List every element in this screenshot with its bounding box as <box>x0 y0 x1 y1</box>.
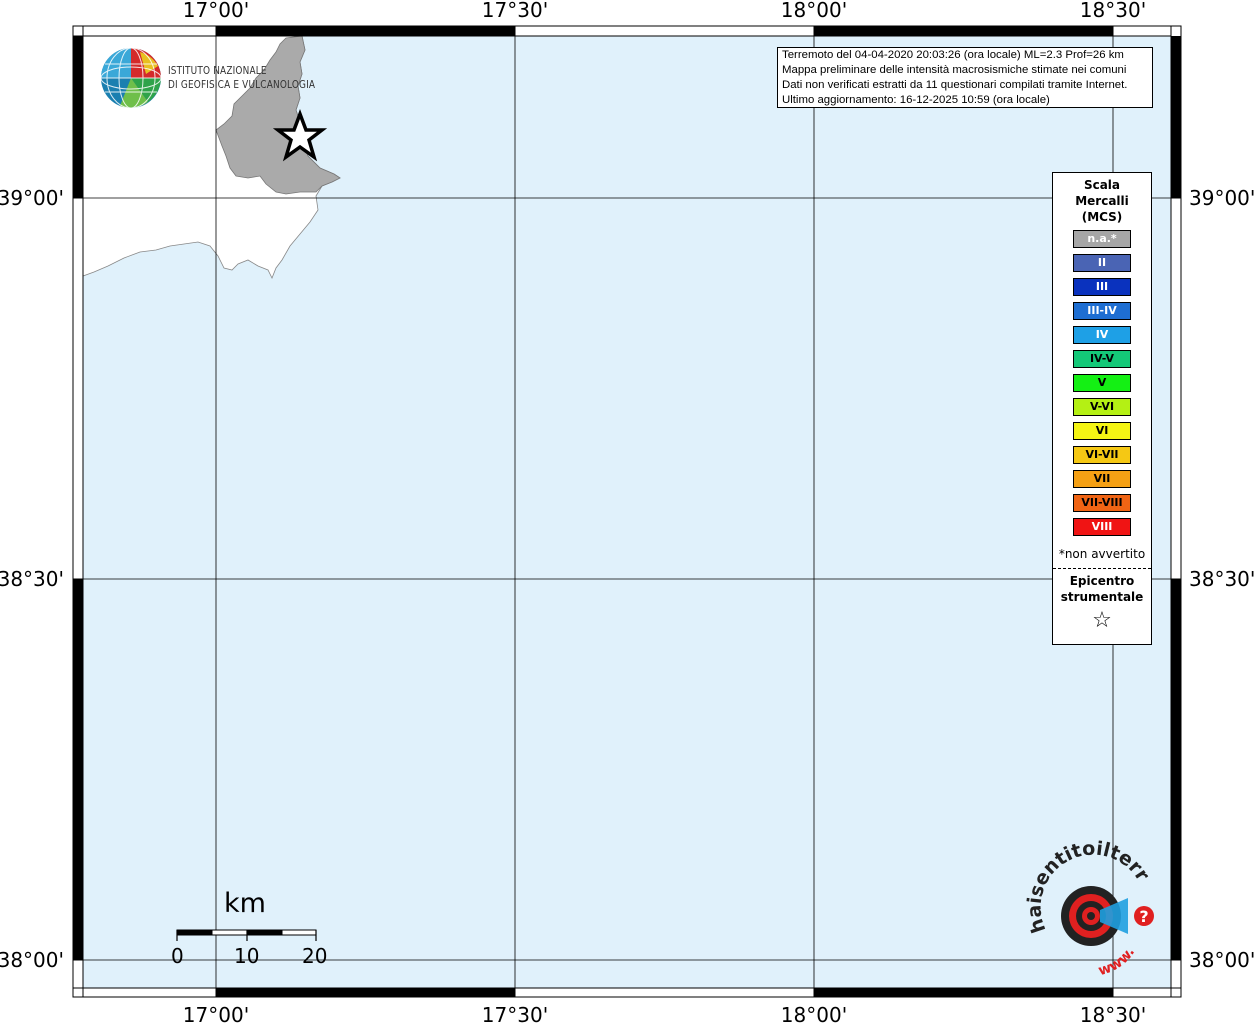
lon-tick-bottom-1: 17°00' <box>183 1003 249 1024</box>
scale-label-20: 20 <box>302 944 328 968</box>
legend-swatch-viii: VIII <box>1073 518 1131 536</box>
lon-tick-bottom-3: 18°00' <box>781 1003 847 1024</box>
lon-tick-bottom-4: 18°30' <box>1080 1003 1146 1024</box>
intensity-legend: Scala Mercalli (MCS) n.a.* II III III-IV IV I… <box>1052 172 1152 645</box>
lat-tick-left-3: 38°00' <box>0 948 64 972</box>
legend-swatch-iv: IV <box>1073 326 1131 344</box>
lat-tick-right-3: 38°00' <box>1189 948 1254 972</box>
legend-title-line-2: Mercalli <box>1075 194 1129 208</box>
legend-swatch-v-vi: V-VI <box>1073 398 1131 416</box>
legend-epicenter-label: Epicentro strumentale <box>1053 573 1151 605</box>
lon-tick-top-4: 18°30' <box>1080 0 1146 22</box>
lat-tick-right-2: 38°30' <box>1189 567 1254 591</box>
legend-swatch-vii: VII <box>1073 470 1131 488</box>
lat-tick-left-2: 38°30' <box>0 567 64 591</box>
legend-swatch-n-a: n.a.* <box>1073 230 1131 248</box>
legend-note: *non avvertito <box>1058 547 1146 561</box>
scale-label-0: 0 <box>171 944 184 968</box>
event-info-line-4: Ultimo aggiornamento: 16-12-2025 10:59 (… <box>782 94 1050 106</box>
legend-swatch-iii: III <box>1073 278 1131 296</box>
lon-tick-top-1: 17°00' <box>183 0 249 22</box>
event-info-line-3: Dati non verificati estratti da 11 quest… <box>782 79 1128 91</box>
lon-tick-top-3: 18°00' <box>781 0 847 22</box>
logo-line-2: DI GEOFISICA E VULCANOLOGIA <box>168 79 316 91</box>
legend-title: Scala Mercalli (MCS) <box>1053 177 1151 225</box>
legend-swatch-iv-v: IV-V <box>1073 350 1131 368</box>
ingv-globe-icon <box>100 47 162 109</box>
legend-epicenter-line-2: strumentale <box>1060 590 1144 604</box>
legend-swatch-vii-viii: VII-VIII <box>1073 494 1131 512</box>
legend-separator <box>1053 568 1151 569</box>
lon-tick-top-2: 17°30' <box>482 0 548 22</box>
logo-line-1: ISTITUTO NAZIONALE <box>168 65 267 77</box>
scale-unit: km <box>224 888 266 919</box>
legend-swatch-iii-iv: III-IV <box>1073 302 1131 320</box>
legend-swatch-vi-vii: VI-VII <box>1073 446 1131 464</box>
event-info-box: Terremoto del 04-04-2020 20:03:26 (ora l… <box>777 47 1153 108</box>
lon-tick-bottom-2: 17°30' <box>482 1003 548 1024</box>
legend-swatch-ii: II <box>1073 254 1131 272</box>
lat-tick-left-1: 39°00' <box>0 186 64 210</box>
legend-swatch-v: V <box>1073 374 1131 392</box>
event-info-line-2: Mappa preliminare delle intensità macros… <box>782 64 1127 76</box>
scale-label-10: 10 <box>234 944 260 968</box>
legend-title-line-1: Scala <box>1083 178 1121 192</box>
legend-epicenter-line-1: Epicentro <box>1069 574 1135 588</box>
lat-tick-right-1: 39°00' <box>1189 186 1254 210</box>
ingv-logo-text: ISTITUTO NAZIONALE DI GEOFISICA E VULCAN… <box>168 64 315 92</box>
legend-star-icon: ☆ <box>1092 608 1112 633</box>
badge-question-mark: ? <box>1139 907 1148 926</box>
legend-title-line-3: (MCS) <box>1081 210 1123 224</box>
legend-swatch-vi: VI <box>1073 422 1131 440</box>
event-info-line-1: Terremoto del 04-04-2020 20:03:26 (ora l… <box>782 49 1124 61</box>
